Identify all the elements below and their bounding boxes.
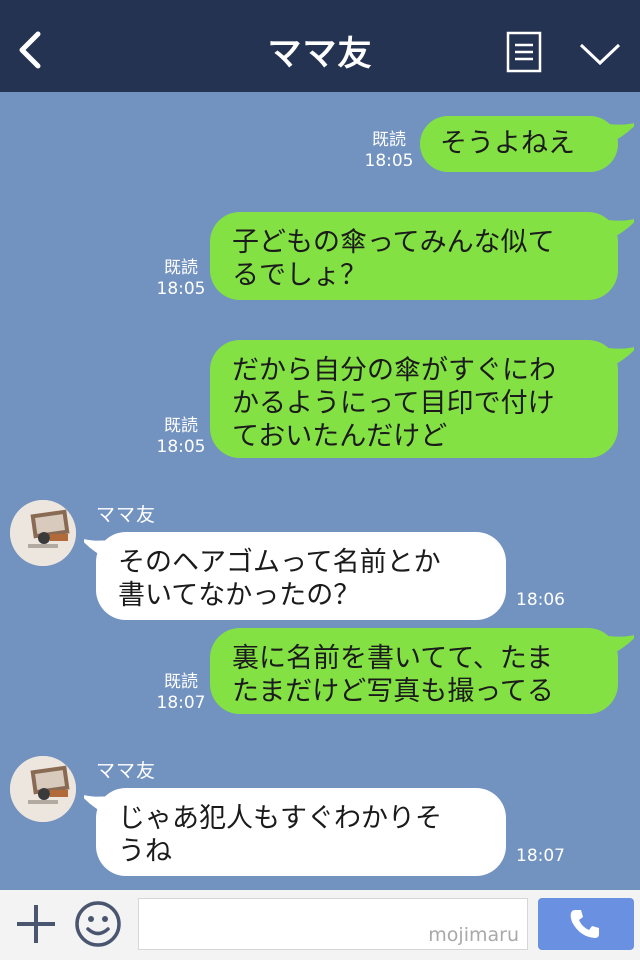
message-time: 18:07 [516,846,565,866]
avatar[interactable] [10,756,76,822]
watermark: mojimaru [428,924,519,946]
message-time: 18:05 [156,279,206,299]
message-line: 子どもの傘ってみんな似て [232,227,555,258]
message-time: 18:05 [364,151,414,171]
incoming-message[interactable]: じゃあ犯人もすぐわかりそ うね [96,788,506,876]
smile-icon[interactable] [74,900,122,948]
read-receipt: 既読 [164,258,198,278]
message-input[interactable]: mojimaru [138,898,528,950]
read-receipt: 既読 [164,672,198,692]
avatar-photo [10,500,76,566]
outgoing-message[interactable]: そうよねえ [420,116,618,172]
message-meta: 既読 18:05 [364,130,414,172]
bubble-tail [608,123,634,144]
bubble-tail [608,347,634,368]
avatar-photo [10,756,76,822]
bubble-tail [608,635,634,656]
chevron-down-icon[interactable] [578,40,622,68]
bubble-tail [608,219,634,240]
message-meta: 既読 18:05 [156,258,206,300]
message-line: うね [118,836,172,867]
message-line: 裏に名前を書いてて、たま [232,643,554,674]
sender-name: ママ友 [96,504,157,526]
message-line: そのヘアゴムって名前とか [118,547,441,578]
chat-area[interactable]: 既読 18:05 そうよねえ 既読 18:05 子どもの傘ってみんな似て るでし… [0,92,640,890]
chat-title: ママ友 [267,34,373,74]
bubble-tail [84,539,110,560]
menu-icon[interactable] [506,31,542,73]
message-time: 18:05 [156,437,206,457]
message-time: 18:06 [516,590,565,610]
plus-icon[interactable] [14,902,58,946]
message-line: じゃあ犯人もすぐわかりそ [118,803,442,834]
outgoing-message[interactable]: 裏に名前を書いてて、たま たまだけど写真も撮ってる [210,628,618,714]
outgoing-message[interactable]: 子どもの傘ってみんな似て るでしょ？ [210,212,618,300]
call-button[interactable] [538,898,634,950]
message-line: そうよねえ [440,128,575,159]
bubble-tail [84,795,110,816]
avatar[interactable] [10,500,76,566]
chat-header: ママ友 [0,0,640,92]
message-line: 書いてなかったの？ [118,580,361,611]
message-line: るでしょ？ [232,260,367,291]
message-meta: 既読 18:05 [156,416,206,458]
message-line: たまだけど写真も撮ってる [232,676,554,707]
message-line: かるようにって目印で付け [232,388,555,419]
read-receipt: 既読 [164,416,198,436]
message-line: だから自分の傘がすぐにわ [232,355,556,386]
message-meta: 既読 18:07 [156,672,206,714]
read-receipt: 既読 [372,130,406,150]
outgoing-message[interactable]: だから自分の傘がすぐにわ かるようにって目印で付け ておいたんだけど [210,340,618,458]
message-time: 18:07 [156,693,206,713]
phone-icon [570,910,599,938]
sender-name: ママ友 [96,760,157,782]
message-line: ておいたんだけど [232,421,448,452]
incoming-message[interactable]: そのヘアゴムって名前とか 書いてなかったの？ [96,532,506,620]
